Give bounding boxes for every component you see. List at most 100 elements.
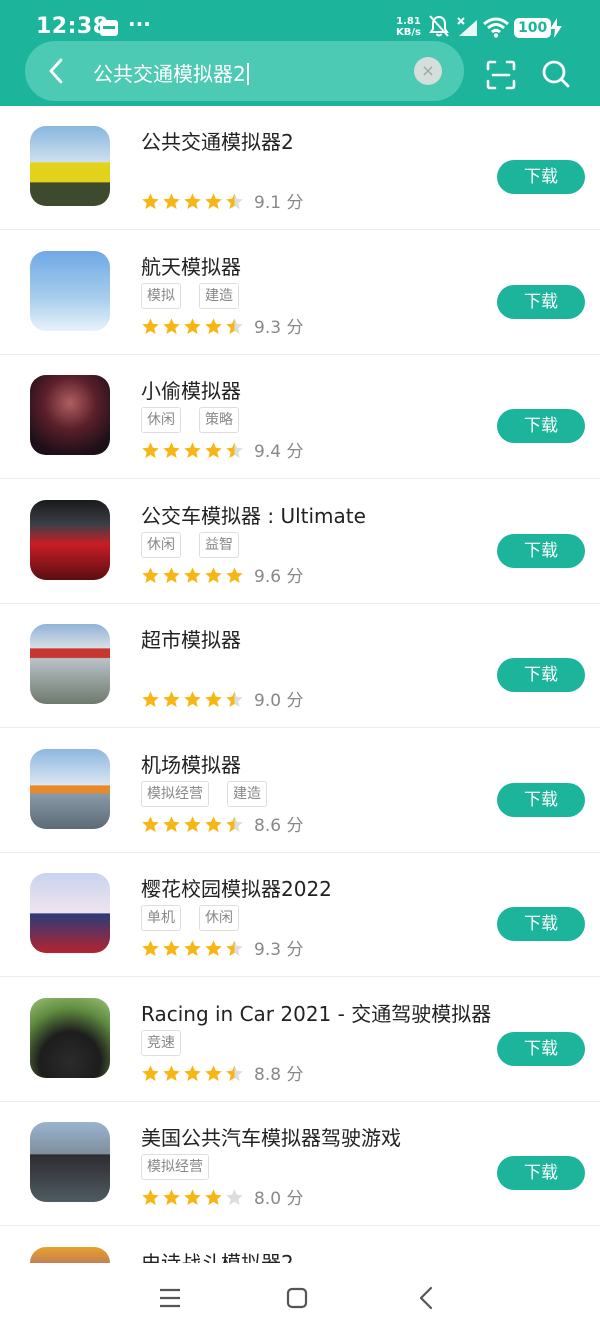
download-button[interactable]: 下载 [497, 285, 585, 319]
star-full-icon [163, 566, 180, 583]
star-full-icon [163, 1064, 180, 1081]
rating-stars [141, 316, 246, 336]
app-result-row[interactable]: 樱花校园模拟器2022 单机 休闲 9.3 分 下载 [0, 853, 600, 977]
star-full-icon [184, 441, 201, 458]
app-tag: 竞速 [141, 1030, 181, 1056]
app-icon[interactable] [30, 624, 110, 704]
app-name[interactable]: 美国公共汽车模拟器驾驶游戏 [141, 1122, 401, 1151]
star-half-icon [226, 815, 243, 832]
star-full-icon [205, 441, 222, 458]
app-result-row[interactable]: 小偷模拟器 休闲 策略 9.4 分 下载 [0, 355, 600, 479]
star-half-icon [226, 317, 243, 334]
star-full-icon [163, 441, 180, 458]
star-full-icon [226, 566, 243, 583]
app-icon[interactable] [30, 251, 110, 331]
app-tag: 模拟经营 [141, 781, 209, 807]
rating-score: 9.0 分 [254, 691, 304, 711]
download-button[interactable]: 下载 [497, 1156, 585, 1190]
system-nav-bar [0, 1263, 600, 1333]
app-tag: 建造 [227, 781, 267, 807]
app-rating: 8.8 分 [141, 1060, 304, 1085]
status-time: 12:38 [36, 14, 109, 39]
app-name[interactable]: 公交车模拟器 : Ultimate [141, 500, 366, 529]
app-name[interactable]: Racing in Car 2021 - 交通驾驶模拟器 [141, 998, 491, 1027]
app-tags: 模拟经营 [141, 1154, 227, 1180]
clear-icon[interactable]: × [414, 57, 442, 85]
star-full-icon [205, 815, 222, 832]
star-full-icon [184, 192, 201, 209]
app-result-row[interactable]: 航天模拟器 模拟 建造 9.3 分 下载 [0, 231, 600, 355]
star-full-icon [205, 1064, 222, 1081]
app-name[interactable]: 樱花校园模拟器2022 [141, 873, 332, 902]
app-tag: 益智 [199, 532, 239, 558]
scan-icon[interactable] [486, 60, 516, 90]
app-tag: 休闲 [199, 905, 239, 931]
app-icon[interactable] [30, 749, 110, 829]
download-button[interactable]: 下载 [497, 409, 585, 443]
app-icon[interactable] [30, 1247, 110, 1263]
app-icon[interactable] [30, 500, 110, 580]
app-name[interactable]: 公共交通模拟器2 [141, 126, 294, 155]
rating-score: 8.6 分 [254, 816, 304, 836]
app-name[interactable]: 小偷模拟器 [141, 375, 241, 404]
home-icon[interactable] [285, 1286, 309, 1310]
menu-icon[interactable] [158, 1287, 182, 1309]
rating-score: 9.3 分 [254, 940, 304, 960]
app-icon[interactable] [30, 126, 110, 206]
app-result-row[interactable]: 公交车模拟器 : Ultimate 休闲 益智 9.6 分 下载 [0, 480, 600, 604]
app-result-row[interactable]: 超市模拟器 9.0 分 下载 [0, 604, 600, 728]
nav-back-icon[interactable] [416, 1285, 436, 1311]
rating-stars [141, 1187, 246, 1207]
app-tags: 竞速 [141, 1030, 199, 1056]
app-icon[interactable] [30, 873, 110, 953]
app-icon[interactable] [30, 375, 110, 455]
app-name[interactable]: 航天模拟器 [141, 251, 241, 280]
back-arrow-icon[interactable] [42, 56, 72, 86]
rating-stars [141, 814, 246, 834]
rating-stars [141, 689, 246, 709]
app-name[interactable]: 超市模拟器 [141, 624, 241, 653]
charging-icon [550, 18, 562, 38]
rating-stars [141, 1063, 246, 1083]
app-result-row[interactable]: 史诗战斗模拟器2下载 [0, 1227, 600, 1263]
app-tag: 策略 [199, 407, 239, 433]
app-name[interactable]: 史诗战斗模拟器2 [141, 1247, 294, 1263]
app-result-row[interactable]: 美国公共汽车模拟器驾驶游戏 模拟经营 8.0 分 下载 [0, 1102, 600, 1226]
star-full-icon [205, 317, 222, 334]
star-full-icon [163, 690, 180, 707]
star-full-icon [163, 815, 180, 832]
download-button[interactable]: 下载 [497, 1032, 585, 1066]
star-full-icon [163, 939, 180, 956]
app-tag: 模拟经营 [141, 1154, 209, 1180]
app-result-row[interactable]: 公共交通模拟器2 9.1 分 下载 [0, 106, 600, 230]
search-input[interactable]: 公共交通模拟器2 [93, 58, 249, 87]
app-rating: 9.6 分 [141, 562, 303, 587]
star-full-icon [142, 317, 159, 334]
more-notifications-icon: ··· [128, 12, 151, 36]
star-half-icon [226, 690, 243, 707]
app-icon[interactable] [30, 1122, 110, 1202]
app-rating: 9.1 分 [141, 188, 303, 213]
star-full-icon [142, 566, 159, 583]
wifi-icon [483, 17, 509, 38]
download-button[interactable]: 下载 [497, 658, 585, 692]
app-name[interactable]: 机场模拟器 [141, 749, 241, 778]
star-full-icon [163, 192, 180, 209]
app-rating: 8.6 分 [141, 811, 304, 836]
download-button[interactable]: 下载 [497, 534, 585, 568]
rating-stars [141, 440, 246, 460]
app-icon[interactable] [30, 998, 110, 1078]
download-button[interactable]: 下载 [497, 783, 585, 817]
search-results-list[interactable]: 公共交通模拟器2 9.1 分下载 航天模拟器 模拟 建造 9.3 分下载 小偷模拟器 休闲 策略… [0, 106, 600, 1263]
app-result-row[interactable]: 机场模拟器模拟经营 建造 8.6 分 下载 [0, 729, 600, 853]
network-speed-unit: KB/s [396, 27, 421, 38]
star-full-icon [205, 939, 222, 956]
star-full-icon [184, 690, 201, 707]
download-button[interactable]: 下载 [497, 907, 585, 941]
download-button[interactable]: 下载 [497, 160, 585, 194]
app-tag: 模拟 [141, 283, 181, 309]
search-icon[interactable] [540, 58, 572, 90]
rating-score: 9.4 分 [254, 442, 304, 462]
rating-score: 8.8 分 [254, 1065, 304, 1085]
app-result-row[interactable]: Racing in Car 2021 - 交通驾驶模拟器 竞速 8.8 分 下载 [0, 978, 600, 1102]
